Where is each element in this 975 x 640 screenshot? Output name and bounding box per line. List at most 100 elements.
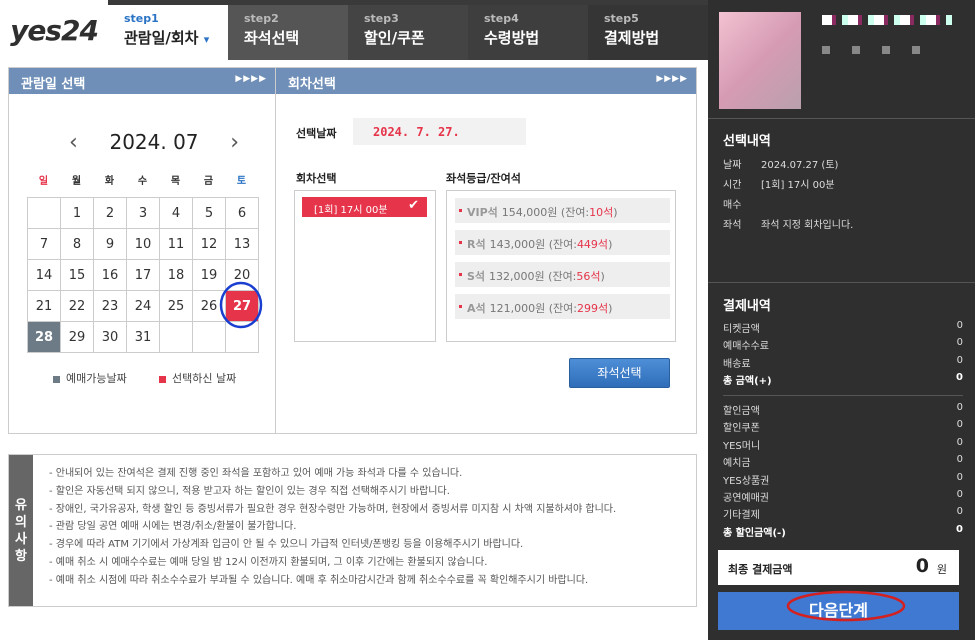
session-panel-header: 회차선택 ▶▶▶▶	[276, 68, 696, 94]
payment-label: 티켓금액	[723, 324, 760, 335]
top-step-bar: yes24 step1 관람일/회차 ▾ step2 좌석선택 step3 할인…	[0, 0, 708, 60]
step-1-tab[interactable]: step1 관람일/회차 ▾	[108, 5, 228, 60]
payment-value: 0	[956, 320, 963, 331]
calendar-day[interactable]: 1	[60, 197, 94, 229]
notice-list: - 안내되어 있는 잔여석은 결제 진행 중인 좌석을 포함하고 있어 예매 가…	[49, 465, 616, 590]
calendar-day[interactable]: 16	[93, 259, 127, 291]
calendar-day[interactable]: 23	[93, 290, 127, 322]
notice-item: - 경우에 따라 ATM 기기에서 가상계좌 입금이 안 될 수 있으니 가급적…	[49, 539, 524, 551]
calendar-day[interactable]: 6	[225, 197, 259, 229]
step-number: step1	[124, 12, 159, 25]
step-number: step3	[364, 12, 399, 25]
payment-value: 0	[956, 372, 963, 384]
calendar-day[interactable]: 31	[126, 321, 160, 353]
step-5-tab[interactable]: step5 결제방법	[588, 5, 708, 60]
payment-value: 0	[956, 337, 963, 349]
summary-label: 매수	[723, 200, 742, 211]
payment-label: 공연예매권	[723, 493, 769, 504]
calendar-day[interactable]: 9	[93, 228, 127, 260]
selected-date-value: 2024. 7. 27.	[353, 118, 526, 145]
payment-label: YES머니	[723, 440, 761, 452]
notice-box: 유의사항 - 안내되어 있는 잔여석은 결제 진행 중인 좌석을 포함하고 있어…	[8, 454, 697, 607]
yes24-logo[interactable]: yes24	[0, 0, 108, 60]
notice-item: - 할인은 자동선택 되지 않으니, 적용 받고자 하는 할인이 있는 경우 직…	[49, 485, 450, 497]
step-label: 결제방법	[604, 29, 660, 47]
calendar-day[interactable]: 10	[126, 228, 160, 260]
chevron-down-icon: ▾	[203, 33, 210, 46]
step-2-tab[interactable]: step2 좌석선택	[228, 5, 348, 60]
final-amount-box: 최종 결제금액 0 원	[718, 550, 959, 585]
grade-remaining: 56석	[576, 270, 601, 283]
dow-label: 목	[170, 176, 181, 187]
payment-label: 배송료	[723, 358, 751, 370]
step-label: 수령방법	[484, 29, 540, 47]
order-summary-sidebar: 선택내역 날짜 2024.07.27 (토) 시간 [1회] 17시 00분매수좌석 좌…	[708, 0, 975, 640]
grade-name: S석	[467, 270, 486, 283]
calendar-day[interactable]: 22	[60, 290, 94, 322]
legend-gray-swatch	[53, 375, 60, 383]
payment-label: YES상품권	[723, 475, 770, 487]
calendar-day[interactable]: 24	[126, 290, 160, 322]
calendar-day[interactable]: 30	[93, 321, 127, 353]
notice-item: - 관람 당일 공연 예매 시에는 변경/취소/환불이 불가합니다.	[49, 521, 297, 533]
payment-value: 0	[956, 506, 963, 518]
grade-name: R석	[467, 238, 486, 251]
step-3-tab[interactable]: step3 할인/쿠폰	[348, 5, 468, 60]
payment-title: 결제내역	[723, 299, 771, 314]
check-icon: ✔	[408, 198, 419, 213]
calendar-day[interactable]: 11	[159, 228, 193, 260]
payment-value: 0	[956, 523, 963, 535]
summary-value: 2024.07.27 (토)	[761, 160, 839, 171]
legend-available: 예매가능날짜	[53, 370, 127, 386]
summary-label: 시간	[723, 180, 742, 191]
calendar-day[interactable]: 4	[159, 197, 193, 229]
summary-value: [1회] 17시 00분	[761, 180, 835, 191]
calendar-day[interactable]: 18	[159, 259, 193, 291]
seat-grade-row: A석 121,000원 (잔여:299석)	[455, 294, 670, 319]
payment-label: 할인쿠폰	[723, 423, 760, 435]
calendar-day[interactable]: 17	[126, 259, 160, 291]
calendar-empty-cell	[159, 321, 193, 353]
calendar-day[interactable]: 7	[27, 228, 61, 260]
summary-title: 선택내역	[723, 134, 771, 149]
calendar-day[interactable]: 3	[126, 197, 160, 229]
summary-value: 좌석 지정 회차입니다.	[761, 220, 854, 231]
notice-item: - 예매 취소 시 예매수수료는 예매 당일 밤 12시 이전까지 환불되며, …	[49, 556, 488, 568]
calendar-day[interactable]: 29	[60, 321, 94, 353]
final-amount-label: 최종 결제금액	[728, 563, 793, 576]
seat-grade-row: S석 132,000원 (잔여:56석)	[455, 262, 670, 287]
calendar-day[interactable]: 8	[60, 228, 94, 260]
calendar-day[interactable]: 2	[93, 197, 127, 229]
calendar-day[interactable]: 21	[27, 290, 61, 322]
payment-value: 0	[956, 354, 963, 366]
step-4-tab[interactable]: step4 수령방법	[468, 5, 588, 60]
calendar-day[interactable]: 5	[192, 197, 226, 229]
seat-select-button[interactable]: 좌석선택	[569, 358, 670, 388]
step-number: step2	[244, 12, 279, 25]
calendar-day[interactable]: 14	[27, 259, 61, 291]
calendar-day[interactable]: 28	[27, 321, 61, 353]
calendar-day[interactable]: 25	[159, 290, 193, 322]
prev-month-icon[interactable]: ‹	[69, 130, 78, 155]
legend-red-swatch	[159, 375, 166, 383]
next-month-icon[interactable]: ›	[230, 130, 239, 155]
payment-value: 0	[956, 454, 963, 466]
seat-grade-row: R석 143,000원 (잔여:449석)	[455, 230, 670, 255]
step-label: 관람일/회차 ▾	[124, 29, 210, 47]
dow-label: 토	[236, 176, 247, 187]
notice-item: - 예매 취소 시점에 따라 취소수수료가 부과될 수 있습니다. 예매 후 취…	[49, 574, 589, 586]
calendar-day[interactable]: 12	[192, 228, 226, 260]
summary-label: 날짜	[723, 160, 742, 171]
calendar-day[interactable]: 13	[225, 228, 259, 260]
payment-value: 0	[956, 489, 963, 500]
grade-price: 154,000원	[501, 206, 558, 219]
hand-drawn-circle-annotation	[786, 590, 906, 622]
seat-grade-row: VIP석 154,000원 (잔여:10석)	[455, 198, 670, 223]
dow-label: 월	[71, 176, 82, 187]
summary-label: 좌석	[723, 220, 742, 231]
round-option-selected[interactable]: [1회] 17시 00분 ✔	[302, 197, 427, 217]
calendar-day[interactable]: 15	[60, 259, 94, 291]
month-label: 2024. 07	[109, 130, 199, 154]
grade-list: VIP석 154,000원 (잔여:10석) R석 143,000원 (잔여:449석…	[446, 190, 676, 342]
step-number: step5	[604, 12, 639, 25]
